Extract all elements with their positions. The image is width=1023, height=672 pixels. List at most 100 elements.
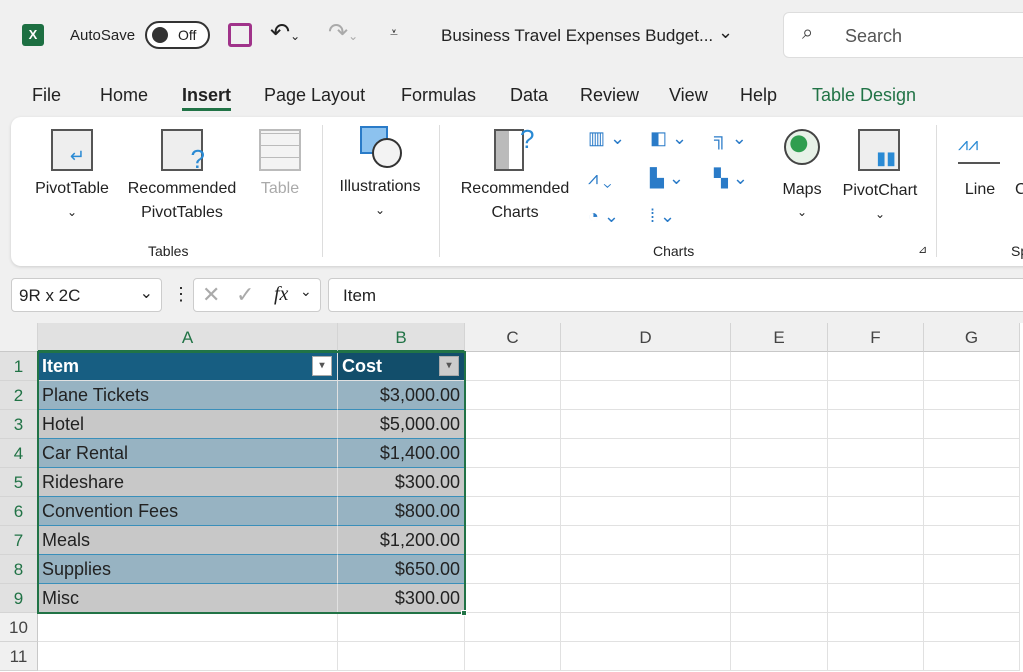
table-cell-item[interactable]: Supplies <box>38 555 338 584</box>
table-cell-cost[interactable]: $300.00 <box>338 468 465 497</box>
cell[interactable] <box>924 555 1020 584</box>
row-header-4[interactable]: 4 <box>0 439 38 468</box>
cell[interactable] <box>561 468 731 497</box>
cell[interactable] <box>924 439 1020 468</box>
cell[interactable] <box>465 555 561 584</box>
cell[interactable] <box>828 352 924 381</box>
column-header-D[interactable]: D <box>561 323 731 352</box>
row-header-1[interactable]: 1 <box>0 352 38 381</box>
cell[interactable] <box>828 526 924 555</box>
row-header-9[interactable]: 9 <box>0 584 38 613</box>
autosave-toggle[interactable]: Off <box>145 21 210 49</box>
cell[interactable] <box>828 468 924 497</box>
table-cell-cost[interactable]: $800.00 <box>338 497 465 526</box>
cell[interactable] <box>561 497 731 526</box>
cell[interactable] <box>924 352 1020 381</box>
table-cell-item[interactable]: Car Rental <box>38 439 338 468</box>
tab-table-design[interactable]: Table Design <box>812 85 916 106</box>
cell[interactable] <box>38 642 338 671</box>
cell[interactable] <box>561 381 731 410</box>
cell[interactable] <box>731 526 828 555</box>
customize-qat-icon[interactable]: ⩡ <box>390 24 398 41</box>
tab-home[interactable]: Home <box>100 85 148 106</box>
row-header-3[interactable]: 3 <box>0 410 38 439</box>
cell[interactable] <box>561 584 731 613</box>
table-cell-item[interactable]: Hotel <box>38 410 338 439</box>
cell[interactable] <box>828 497 924 526</box>
cell[interactable] <box>465 381 561 410</box>
column-header-G[interactable]: G <box>924 323 1020 352</box>
more-options-icon[interactable]: ⋮ <box>172 284 190 305</box>
table-cell-item[interactable]: Plane Tickets <box>38 381 338 410</box>
cell[interactable] <box>561 555 731 584</box>
tab-insert[interactable]: Insert <box>182 85 232 111</box>
enter-icon[interactable]: ✓ <box>236 282 254 308</box>
scatter-chart-icon[interactable]: ⁞ ⌄ <box>650 206 675 227</box>
cell[interactable] <box>465 468 561 497</box>
cell[interactable] <box>924 584 1020 613</box>
tab-file[interactable]: File <box>32 85 61 106</box>
save-icon[interactable] <box>228 23 252 47</box>
row-header-8[interactable]: 8 <box>0 555 38 584</box>
cell[interactable] <box>828 584 924 613</box>
cell[interactable] <box>561 439 731 468</box>
table-cell-cost[interactable]: $650.00 <box>338 555 465 584</box>
name-box[interactable]: 9R x 2C ⌄ <box>11 278 162 312</box>
cell[interactable] <box>924 381 1020 410</box>
cell[interactable] <box>465 613 561 642</box>
row-header-11[interactable]: 11 <box>0 642 38 671</box>
cell[interactable] <box>731 642 828 671</box>
hierarchy-chart-icon[interactable]: ◧ ⌄ <box>650 128 687 149</box>
filter-dropdown-icon[interactable]: ▾ <box>312 356 332 376</box>
cell[interactable] <box>924 497 1020 526</box>
tab-formulas[interactable]: Formulas <box>401 85 476 106</box>
cell[interactable] <box>338 613 465 642</box>
row-header-6[interactable]: 6 <box>0 497 38 526</box>
cell[interactable] <box>465 642 561 671</box>
table-cell-item[interactable]: Meals <box>38 526 338 555</box>
cell[interactable] <box>924 468 1020 497</box>
table-cell-cost[interactable]: $5,000.00 <box>338 410 465 439</box>
cell[interactable] <box>731 584 828 613</box>
search-box[interactable]: ⌕ Search <box>783 12 1023 58</box>
table-header-item[interactable]: Item ▾ <box>38 352 338 381</box>
cell[interactable] <box>561 352 731 381</box>
cell[interactable] <box>38 613 338 642</box>
cell[interactable] <box>924 410 1020 439</box>
cell[interactable] <box>338 642 465 671</box>
cell[interactable] <box>465 584 561 613</box>
insert-function-icon[interactable]: fx <box>274 283 288 306</box>
column-sparkline-label[interactable]: C <box>1015 178 1023 202</box>
undo-icon[interactable]: ↶⌄ <box>270 18 300 47</box>
column-header-A[interactable]: A <box>38 323 338 352</box>
cell[interactable] <box>561 642 731 671</box>
table-cell-cost[interactable]: $1,200.00 <box>338 526 465 555</box>
cell[interactable] <box>924 642 1020 671</box>
cell[interactable] <box>465 439 561 468</box>
table-cell-cost[interactable]: $1,400.00 <box>338 439 465 468</box>
row-header-5[interactable]: 5 <box>0 468 38 497</box>
cell[interactable] <box>561 613 731 642</box>
statistic-chart-icon[interactable]: ▙ ⌄ <box>650 168 684 189</box>
row-header-10[interactable]: 10 <box>0 613 38 642</box>
formula-input[interactable]: Item <box>328 278 1023 312</box>
table-cell-item[interactable]: Convention Fees <box>38 497 338 526</box>
cell[interactable] <box>828 439 924 468</box>
cell[interactable] <box>561 526 731 555</box>
chevron-down-icon[interactable]: ⌄ <box>718 22 733 43</box>
table-cell-cost[interactable]: $3,000.00 <box>338 381 465 410</box>
cell[interactable] <box>828 642 924 671</box>
cell[interactable] <box>924 526 1020 555</box>
row-header-7[interactable]: 7 <box>0 526 38 555</box>
cell[interactable] <box>465 497 561 526</box>
column-header-C[interactable]: C <box>465 323 561 352</box>
cell[interactable] <box>828 381 924 410</box>
cell[interactable] <box>731 439 828 468</box>
cell[interactable] <box>731 613 828 642</box>
table-cell-cost[interactable]: $300.00 <box>338 584 465 613</box>
cell[interactable] <box>561 410 731 439</box>
cell[interactable] <box>465 352 561 381</box>
column-chart-icon[interactable]: ▥ ⌄ <box>588 128 625 149</box>
filter-dropdown-icon[interactable]: ▾ <box>439 356 459 376</box>
tab-view[interactable]: View <box>669 85 708 106</box>
